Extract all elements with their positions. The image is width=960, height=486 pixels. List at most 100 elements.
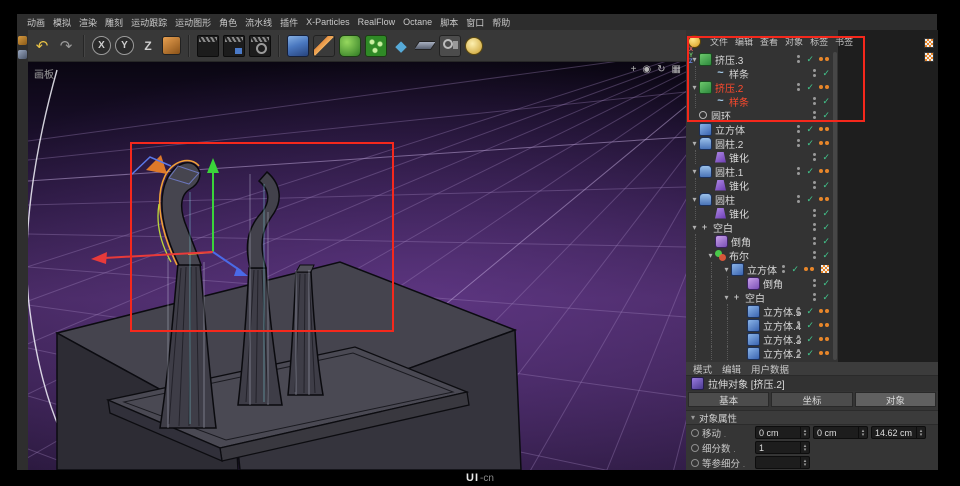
light-icon[interactable] — [465, 36, 483, 55]
menu-item-7[interactable]: 流水线 — [245, 16, 272, 29]
camera-icon[interactable] — [439, 34, 461, 57]
spinner-arrows[interactable] — [800, 442, 809, 453]
dots-tag[interactable] — [813, 222, 817, 232]
menu-item-9[interactable]: X-Particles — [306, 17, 350, 27]
zoom-icon[interactable]: ◉ — [642, 64, 651, 75]
render-view-icon[interactable] — [197, 34, 219, 57]
dots-tag[interactable] — [813, 292, 817, 302]
render-picture-viewer-icon[interactable] — [223, 34, 245, 57]
render-settings-icon[interactable] — [249, 34, 271, 57]
expand-arrow[interactable]: ▾ — [690, 223, 699, 232]
spline-pen-icon[interactable] — [313, 34, 335, 57]
texture-tag[interactable] — [924, 38, 934, 48]
dots-tag[interactable] — [813, 236, 817, 246]
left-palette-icon-1[interactable] — [18, 36, 27, 45]
undo-icon[interactable] — [32, 36, 52, 56]
check-tag[interactable] — [791, 264, 799, 274]
check-tag[interactable] — [806, 348, 814, 358]
subtab-0[interactable]: 基本 — [688, 392, 770, 407]
view-toggle-icon[interactable]: ▦ — [672, 64, 681, 75]
check-tag[interactable] — [806, 138, 814, 148]
object-row[interactable]: 立方体 — [686, 122, 836, 137]
dots-tag[interactable] — [797, 124, 801, 134]
value-field[interactable]: 0 cm — [813, 426, 868, 439]
menu-item-12[interactable]: 脚本 — [440, 16, 458, 29]
left-palette-icon-2[interactable] — [18, 50, 27, 59]
check-tag[interactable] — [822, 222, 830, 232]
dots-tag[interactable] — [813, 278, 817, 288]
dots-tag[interactable] — [813, 208, 817, 218]
mat-tag[interactable] — [819, 168, 830, 174]
subdivision-surface-icon[interactable] — [339, 34, 361, 57]
menu-item-11[interactable]: Octane — [403, 17, 432, 27]
menu-item-1[interactable]: 模拟 — [53, 16, 71, 29]
keyframe-dot[interactable] — [691, 458, 699, 467]
mat-tag[interactable] — [819, 126, 830, 132]
menu-item-14[interactable]: 帮助 — [492, 16, 510, 29]
viewport-label[interactable]: 画板 — [34, 66, 54, 81]
check-tag[interactable] — [806, 194, 814, 204]
dots-tag[interactable] — [797, 166, 801, 176]
expand-arrow[interactable]: ▾ — [690, 195, 699, 204]
pan-icon[interactable]: + — [631, 64, 637, 75]
value-field[interactable] — [755, 456, 810, 469]
check-tag[interactable] — [822, 208, 830, 218]
keyframe-dot[interactable] — [691, 443, 699, 452]
menu-item-5[interactable]: 运动图形 — [175, 16, 211, 29]
mat-tag[interactable] — [819, 308, 830, 314]
expand-arrow[interactable]: ▾ — [706, 251, 715, 260]
dots-tag[interactable] — [813, 152, 817, 162]
dots-tag[interactable] — [797, 348, 801, 358]
object-row[interactable]: 倒角 — [686, 276, 836, 291]
floor-icon[interactable] — [415, 36, 435, 56]
menu-item-13[interactable]: 窗口 — [466, 16, 484, 29]
object-row[interactable]: 立方体.4 — [686, 318, 836, 333]
keyframe-dot[interactable] — [691, 428, 699, 437]
dots-tag[interactable] — [797, 306, 801, 316]
check-tag[interactable] — [806, 166, 814, 176]
deformer-icon[interactable] — [391, 36, 411, 56]
object-row[interactable]: 锥化 — [686, 178, 836, 193]
lock-y-icon[interactable] — [115, 36, 134, 55]
lock-x-icon[interactable] — [92, 36, 111, 55]
check-tag[interactable] — [822, 292, 830, 302]
section-header[interactable]: 对象属性 — [686, 410, 938, 425]
object-row[interactable]: ▾ 空白 — [686, 220, 836, 235]
value-field[interactable]: 1 — [755, 441, 810, 454]
object-row[interactable]: 立方体.2 — [686, 346, 836, 361]
object-row[interactable]: ▾ 圆柱.1 — [686, 164, 836, 179]
check-tag[interactable] — [822, 236, 830, 246]
check-tag[interactable] — [806, 306, 814, 316]
object-row[interactable]: ▾ 布尔 — [686, 248, 836, 263]
subtab-2[interactable]: 对象 — [854, 392, 936, 407]
spinner-arrows[interactable] — [800, 457, 809, 468]
am-tab-1[interactable]: 编辑 — [722, 362, 741, 376]
check-tag[interactable] — [822, 250, 830, 260]
dots-tag[interactable] — [797, 138, 801, 148]
menu-item-3[interactable]: 雕刻 — [105, 16, 123, 29]
spinner-arrows[interactable] — [916, 427, 925, 438]
menu-item-4[interactable]: 运动跟踪 — [131, 16, 167, 29]
object-row[interactable]: 锥化 — [686, 206, 836, 221]
expand-arrow[interactable]: ▾ — [690, 167, 699, 176]
mat-tag[interactable] — [819, 322, 830, 328]
dots-tag[interactable] — [782, 264, 786, 274]
mograph-icon[interactable] — [365, 34, 387, 57]
tex-tag[interactable] — [820, 264, 830, 274]
object-row[interactable]: ▾ 圆柱 — [686, 192, 836, 207]
am-tab-0[interactable]: 模式 — [693, 362, 712, 376]
menu-item-10[interactable]: RealFlow — [358, 17, 396, 27]
expand-arrow[interactable]: ▾ — [690, 139, 699, 148]
menu-item-6[interactable]: 角色 — [219, 16, 237, 29]
check-tag[interactable] — [822, 278, 830, 288]
texture-tag[interactable] — [924, 52, 934, 62]
object-row[interactable]: 倒角 — [686, 234, 836, 249]
mat-tag[interactable] — [819, 350, 830, 356]
object-row[interactable]: ▾ 立方体 — [686, 262, 836, 277]
dots-tag[interactable] — [797, 334, 801, 344]
check-tag[interactable] — [806, 334, 814, 344]
menu-item-8[interactable]: 插件 — [280, 16, 298, 29]
coord-system-icon[interactable] — [162, 36, 181, 55]
object-row[interactable]: ▾ 圆柱.2 — [686, 136, 836, 151]
spinner-arrows[interactable] — [858, 427, 867, 438]
